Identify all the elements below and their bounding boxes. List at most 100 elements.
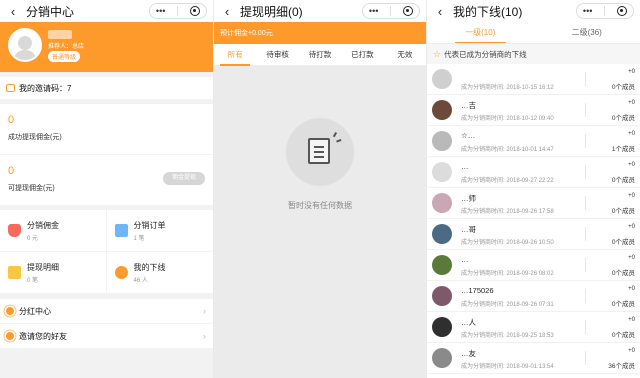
member-count: 0个成员 (611, 208, 635, 215)
grid-title: 分销订单 (133, 220, 166, 230)
member-count: 0个成员 (611, 270, 635, 277)
withdraw-button[interactable]: 佣金提现 (163, 172, 205, 185)
member-name: … (461, 255, 469, 264)
member-name: … (461, 162, 469, 171)
document-shape (308, 138, 330, 164)
member-join-time: 成为分销商时间: 2018-10-12 09:40 (461, 116, 554, 122)
tab-pending-review[interactable]: 待审核 (256, 44, 298, 66)
list-item[interactable]: …人 成为分销商时间: 2018-09-25 18:53 +0 0个成员 (427, 312, 640, 343)
list-item[interactable]: ☆… 成为分销商时间: 2018-10-01 14:47 +0 1个成员 (427, 126, 640, 157)
member-join-time: 成为分销商时间: 2018-09-26 17:58 (461, 209, 554, 215)
my-downline-screen: ‹ 我的下线(10) ••• 一级(10) 二级(36) ☆ 代表已成为分销商的… (427, 0, 640, 378)
row-divider (585, 72, 586, 86)
menu-item-dividend-center[interactable]: 分红中心 › (0, 299, 213, 323)
member-join-time: 成为分销商时间: 2018-09-26 08:02 (461, 271, 554, 277)
avatar (432, 100, 452, 120)
top-bar: ‹ 分销中心 ••• (0, 0, 213, 22)
member-count: 0个成员 (611, 177, 635, 184)
row-divider (585, 103, 586, 117)
member-count: 0个成员 (611, 301, 635, 308)
back-icon[interactable]: ‹ (218, 4, 236, 19)
grid-item-commission[interactable]: 分销佣金 0 元 (0, 210, 107, 252)
grid-sub: 0 笔 (27, 277, 39, 284)
level-tabs: 一级(10) 二级(36) (427, 22, 640, 44)
row-divider (585, 165, 586, 179)
member-plus: +0 (628, 162, 635, 168)
feature-grid: 分销佣金 0 元 分销订单 1 笔 提现明细 0 笔 我的下线 46 人 (0, 210, 213, 294)
more-icon[interactable]: ••• (369, 6, 378, 16)
sun-icon (6, 332, 14, 340)
moneybag-icon (8, 224, 21, 237)
menu-item-invite-friends[interactable]: 邀请您的好友 › (0, 324, 213, 348)
member-name: …人 (461, 318, 476, 327)
list-item[interactable]: …友 成为分销商时间: 2018-09-01 13:54 +0 36个成员 (427, 343, 640, 374)
member-join-time: 成为分销商时间: 2018-09-25 18:53 (461, 333, 554, 339)
more-icon[interactable]: ••• (583, 6, 592, 16)
grid-title: 提现明细 (27, 262, 59, 272)
username-blurred (48, 30, 72, 39)
avatar[interactable] (8, 28, 42, 62)
row-divider (585, 196, 586, 210)
close-target-icon[interactable] (617, 6, 628, 16)
withdraw-details-screen: ‹ 提现明细(0) ••• 预计佣金+0.00元 所有 待审核 待打款 已打款 … (214, 0, 426, 378)
list-item[interactable]: …175026 成为分销商时间: 2018-09-26 07:31 +0 0个成员 (427, 281, 640, 312)
member-count: 0个成员 (611, 239, 635, 246)
close-target-icon[interactable] (403, 6, 414, 16)
back-icon[interactable]: ‹ (431, 4, 449, 19)
tab-level-two[interactable]: 二级(36) (534, 22, 640, 43)
member-join-time: 成为分销商时间: 2018-09-26 10:50 (461, 240, 554, 246)
back-icon[interactable]: ‹ (4, 4, 22, 19)
expected-commission-bar: 预计佣金+0.00元 (214, 22, 426, 44)
doc-line (314, 146, 324, 148)
status-tabs: 所有 待审核 待打款 已打款 无效 (214, 44, 426, 66)
list-item[interactable]: … 成为分销商时间: 2018-09-27 22:22 +0 0个成员 (427, 157, 640, 188)
grid-title: 分销佣金 (27, 220, 59, 230)
avatar (432, 348, 452, 368)
mini-program-capsule: ••• (362, 3, 420, 19)
member-name: …友 (461, 349, 476, 358)
more-icon[interactable]: ••• (156, 6, 165, 16)
member-name: ☆… (461, 131, 476, 140)
tab-pending-payment[interactable]: 待打款 (299, 44, 341, 66)
avatar (432, 286, 452, 306)
avatar-head (18, 36, 32, 50)
avatar (432, 162, 452, 182)
grid-item-withdraw-details[interactable]: 提现明细 0 笔 (0, 252, 107, 294)
list-item[interactable]: 成为分销商时间: 2018-10-15 16:12 +0 0个成员 (427, 64, 640, 95)
member-join-time: 成为分销商时间: 2018-09-27 22:22 (461, 178, 554, 184)
list-item[interactable]: …哥 成为分销商时间: 2018-09-26 10:50 +0 0个成员 (427, 219, 640, 250)
tab-level-one[interactable]: 一级(10) (427, 22, 534, 43)
top-bar: ‹ 提现明细(0) ••• (214, 0, 426, 22)
wallet-icon (8, 266, 21, 279)
grid-item-orders[interactable]: 分销订单 1 笔 (106, 210, 213, 252)
menu-label: 邀请您的好友 (19, 331, 67, 341)
withdrawable-block: 0 可提现佣金(元) 佣金提现 (0, 155, 213, 205)
tab-invalid[interactable]: 无效 (384, 44, 426, 66)
member-join-time: 成为分销商时间: 2018-09-26 07:31 (461, 302, 554, 308)
grid-sub: 1 笔 (133, 235, 145, 242)
sun-icon (6, 307, 14, 315)
tab-paid[interactable]: 已打款 (341, 44, 383, 66)
row-divider (585, 227, 586, 241)
member-join-time: 成为分销商时间: 2018-09-01 13:54 (461, 364, 554, 370)
grid-item-my-downline[interactable]: 我的下线 46 人 (106, 252, 213, 294)
mini-program-capsule: ••• (576, 3, 634, 19)
list-item[interactable]: … 成为分销商时间: 2018-09-26 08:02 +0 0个成员 (427, 250, 640, 281)
chevron-right-icon: › (203, 331, 206, 341)
member-plus: +0 (628, 69, 635, 75)
level-badge: 普通等级 (48, 51, 81, 62)
row-divider (585, 320, 586, 334)
member-count: 36个成员 (608, 363, 635, 370)
list-item[interactable]: …师 成为分销商时间: 2018-09-26 17:58 +0 0个成员 (427, 188, 640, 219)
member-plus: +0 (628, 317, 635, 323)
close-target-icon[interactable] (190, 6, 201, 16)
list-item[interactable]: …吉 成为分销商时间: 2018-10-12 09:40 +0 0个成员 (427, 95, 640, 126)
avatar-body (14, 50, 36, 60)
tab-all[interactable]: 所有 (214, 44, 256, 66)
avatar (432, 224, 452, 244)
page-title: 提现明细(0) (240, 4, 303, 19)
success-commission-block: 0 成功提现佣金(元) (0, 104, 213, 154)
row-divider (585, 351, 586, 365)
avatar (432, 69, 452, 89)
chevron-right-icon: › (203, 306, 206, 316)
